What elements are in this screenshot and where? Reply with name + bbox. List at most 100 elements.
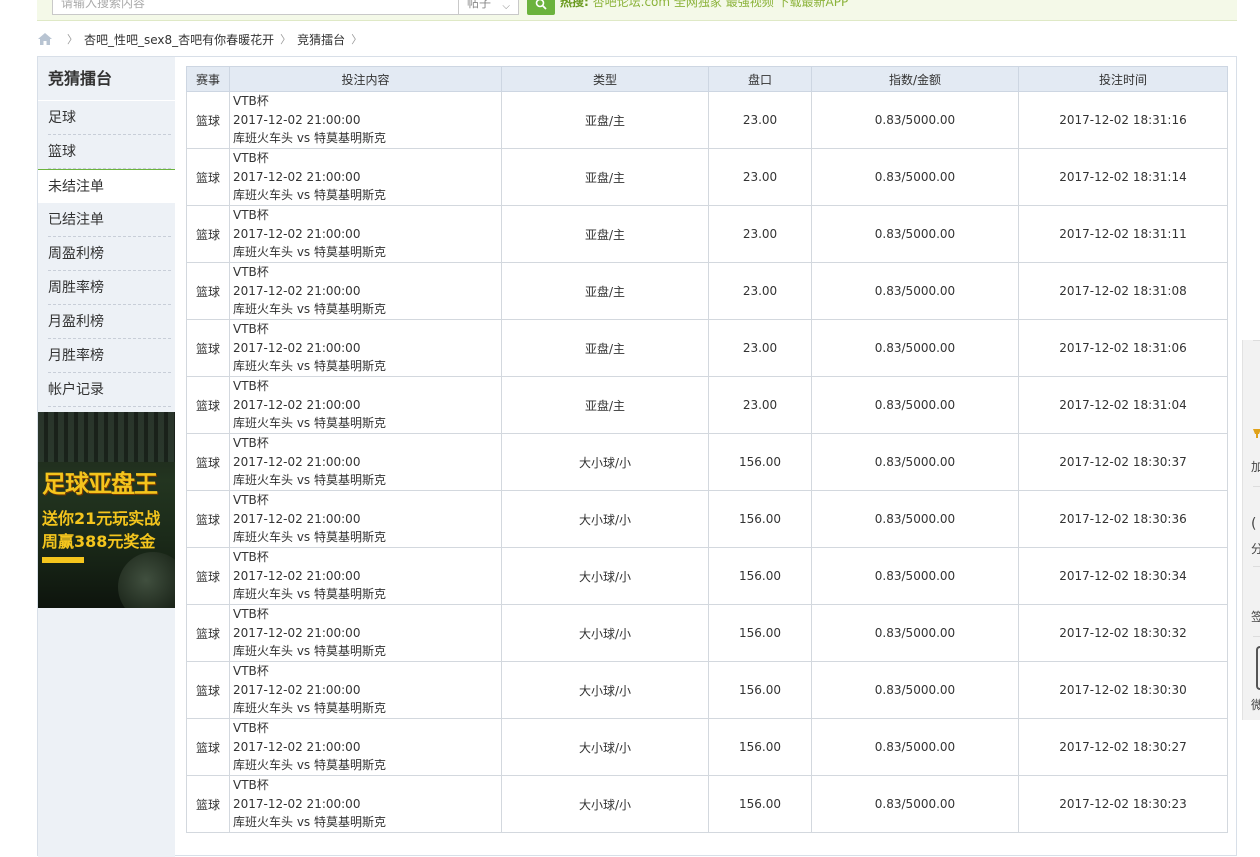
bet-match-time: 2017-12-02 21:00:00 <box>233 568 361 583</box>
bet-teams: 库班火车头 vs 特莫基明斯克 <box>233 758 386 773</box>
divider <box>1253 566 1260 567</box>
cell-bet-time: 2017-12-02 18:30:23 <box>1018 775 1228 833</box>
cell-bet-time: 2017-12-02 18:31:04 <box>1018 376 1228 434</box>
sidebar-item-weekly-profit[interactable]: 周盈利榜 <box>38 237 175 271</box>
table-row: 篮球 VTB杯 2017-12-02 21:00:00 库班火车头 vs 特莫基明斯克… <box>186 376 1228 434</box>
cell-type: 亚盘/主 <box>501 376 709 434</box>
cell-bet-time: 2017-12-02 18:30:37 <box>1018 433 1228 491</box>
cell-type: 亚盘/主 <box>501 148 709 206</box>
search-input[interactable]: 请输入搜索内容 <box>52 0 459 15</box>
search-scope-select[interactable]: 帖子 ⌵ <box>459 0 519 15</box>
cell-odds-amount: 0.83/5000.00 <box>811 205 1019 263</box>
cell-sport: 篮球 <box>186 490 230 548</box>
sidebar-item-basketball[interactable]: 篮球 <box>38 135 175 169</box>
bet-teams: 库班火车头 vs 特莫基明斯克 <box>233 302 386 317</box>
table-row: 篮球 VTB杯 2017-12-02 21:00:00 库班火车头 vs 特莫基明斯克… <box>186 547 1228 605</box>
bet-match-time: 2017-12-02 21:00:00 <box>233 340 361 355</box>
cell-type: 亚盘/主 <box>501 205 709 263</box>
table-row: 篮球 VTB杯 2017-12-02 21:00:00 库班火车头 vs 特莫基明斯克… <box>186 718 1228 776</box>
cell-type: 大小球/小 <box>501 547 709 605</box>
bet-match-time: 2017-12-02 21:00:00 <box>233 682 361 697</box>
hot-search-label: 热搜: <box>560 0 589 9</box>
divider <box>1253 340 1260 341</box>
column-header-type: 类型 <box>501 66 709 92</box>
cell-content: VTB杯 2017-12-02 21:00:00 库班火车头 vs 特莫基明斯克 <box>229 205 502 263</box>
bet-league: VTB杯 <box>233 94 269 109</box>
bet-match-time: 2017-12-02 21:00:00 <box>233 454 361 469</box>
cell-handicap: 156.00 <box>708 547 812 605</box>
bet-league: VTB杯 <box>233 778 269 793</box>
banner-line-3: 周赢388元奖金 <box>42 532 156 551</box>
sidebar-item-football[interactable]: 足球 <box>38 101 175 135</box>
breadcrumb-item-guess[interactable]: 竞猜擂台 <box>297 31 345 48</box>
sidebar-item-settled-bets[interactable]: 已结注单 <box>38 203 175 237</box>
chevron-right-icon: 〉 <box>280 33 292 46</box>
sidebar-item-open-bets[interactable]: 未结注单 <box>38 169 175 203</box>
floating-item-sign[interactable]: 签 <box>1251 608 1260 625</box>
column-header-sport: 赛事 <box>186 66 230 92</box>
home-icon[interactable] <box>37 32 53 46</box>
banner-line-2: 送你21元玩实战 <box>42 509 161 528</box>
bet-teams: 库班火车头 vs 特莫基明斯克 <box>233 131 386 146</box>
cell-bet-time: 2017-12-02 18:30:27 <box>1018 718 1228 776</box>
cell-sport: 篮球 <box>186 148 230 206</box>
cell-odds-amount: 0.83/5000.00 <box>811 91 1019 149</box>
cell-sport: 篮球 <box>186 775 230 833</box>
cell-content: VTB杯 2017-12-02 21:00:00 库班火车头 vs 特莫基明斯克 <box>229 547 502 605</box>
cell-content: VTB杯 2017-12-02 21:00:00 库班火车头 vs 特莫基明斯克 <box>229 661 502 719</box>
cell-sport: 篮球 <box>186 433 230 491</box>
table-row: 篮球 VTB杯 2017-12-02 21:00:00 库班火车头 vs 特莫基明斯克… <box>186 490 1228 548</box>
column-header-content: 投注内容 <box>229 66 502 92</box>
sidebar-item-account-records[interactable]: 帐户记录 <box>38 373 175 407</box>
sidebar-title: 竞猜擂台 <box>38 57 175 101</box>
bet-league: VTB杯 <box>233 322 269 337</box>
cell-sport: 篮球 <box>186 376 230 434</box>
sidebar-item-monthly-winrate[interactable]: 月胜率榜 <box>38 339 175 373</box>
hot-search-notice[interactable]: 热搜: 杏吧论坛.com 全网独家 最强视频 下载最新APP <box>560 0 848 12</box>
cell-bet-time: 2017-12-02 18:31:06 <box>1018 319 1228 377</box>
floating-item-share[interactable]: 分 <box>1251 540 1260 557</box>
banner-ball-graphic <box>118 552 175 608</box>
cell-sport: 篮球 <box>186 91 230 149</box>
cell-sport: 篮球 <box>186 205 230 263</box>
floating-item-add[interactable]: 加 <box>1251 458 1260 475</box>
search-icon <box>535 0 547 10</box>
cell-handicap: 156.00 <box>708 604 812 662</box>
bets-table-body: 篮球 VTB杯 2017-12-02 21:00:00 库班火车头 vs 特莫基明斯克… <box>186 91 1228 833</box>
bet-league: VTB杯 <box>233 493 269 508</box>
cell-bet-time: 2017-12-02 18:30:32 <box>1018 604 1228 662</box>
column-header-bet-time: 投注时间 <box>1018 66 1228 92</box>
divider <box>1253 486 1260 487</box>
cell-content: VTB杯 2017-12-02 21:00:00 库班火车头 vs 特莫基明斯克 <box>229 433 502 491</box>
table-row: 篮球 VTB杯 2017-12-02 21:00:00 库班火车头 vs 特莫基明斯克… <box>186 604 1228 662</box>
search-button[interactable] <box>527 0 555 15</box>
cell-handicap: 23.00 <box>708 376 812 434</box>
sidebar-item-monthly-profit[interactable]: 月盈利榜 <box>38 305 175 339</box>
bet-teams: 库班火车头 vs 特莫基明斯克 <box>233 359 386 374</box>
breadcrumb-item-forum[interactable]: 杏吧_性吧_sex8_杏吧有你春暖花开 <box>84 31 274 48</box>
main-frame: 竞猜擂台 足球 篮球 未结注单 已结注单 周盈利榜 周胜率榜 月盈利榜 月胜率榜… <box>37 56 1237 857</box>
floating-item-wechat[interactable]: 微 <box>1251 696 1260 713</box>
bet-match-time: 2017-12-02 21:00:00 <box>233 796 361 811</box>
bet-teams: 库班火车头 vs 特莫基明斯克 <box>233 530 386 545</box>
cell-type: 大小球/小 <box>501 661 709 719</box>
bet-teams: 库班火车头 vs 特莫基明斯克 <box>233 188 386 203</box>
cell-type: 大小球/小 <box>501 775 709 833</box>
promo-banner[interactable]: 足球亚盘王 送你21元玩实战 周赢388元奖金 <box>38 412 175 608</box>
cell-content: VTB杯 2017-12-02 21:00:00 库班火车头 vs 特莫基明斯克 <box>229 148 502 206</box>
phone-icon <box>1256 646 1260 690</box>
bet-league: VTB杯 <box>233 664 269 679</box>
table-row: 篮球 VTB杯 2017-12-02 21:00:00 库班火车头 vs 特莫基明斯克… <box>186 262 1228 320</box>
cell-bet-time: 2017-12-02 18:30:36 <box>1018 490 1228 548</box>
cell-handicap: 156.00 <box>708 718 812 776</box>
bet-league: VTB杯 <box>233 151 269 166</box>
cell-type: 亚盘/主 <box>501 262 709 320</box>
cell-bet-time: 2017-12-02 18:31:08 <box>1018 262 1228 320</box>
cell-bet-time: 2017-12-02 18:31:14 <box>1018 148 1228 206</box>
hot-search-text: 杏吧论坛.com 全网独家 最强视频 下载最新APP <box>592 0 849 9</box>
cell-odds-amount: 0.83/5000.00 <box>811 661 1019 719</box>
cell-odds-amount: 0.83/5000.00 <box>811 433 1019 491</box>
banner-headline: 足球亚盘王 <box>42 469 158 498</box>
sidebar: 竞猜擂台 足球 篮球 未结注单 已结注单 周盈利榜 周胜率榜 月盈利榜 月胜率榜… <box>38 57 175 857</box>
sidebar-item-weekly-winrate[interactable]: 周胜率榜 <box>38 271 175 305</box>
